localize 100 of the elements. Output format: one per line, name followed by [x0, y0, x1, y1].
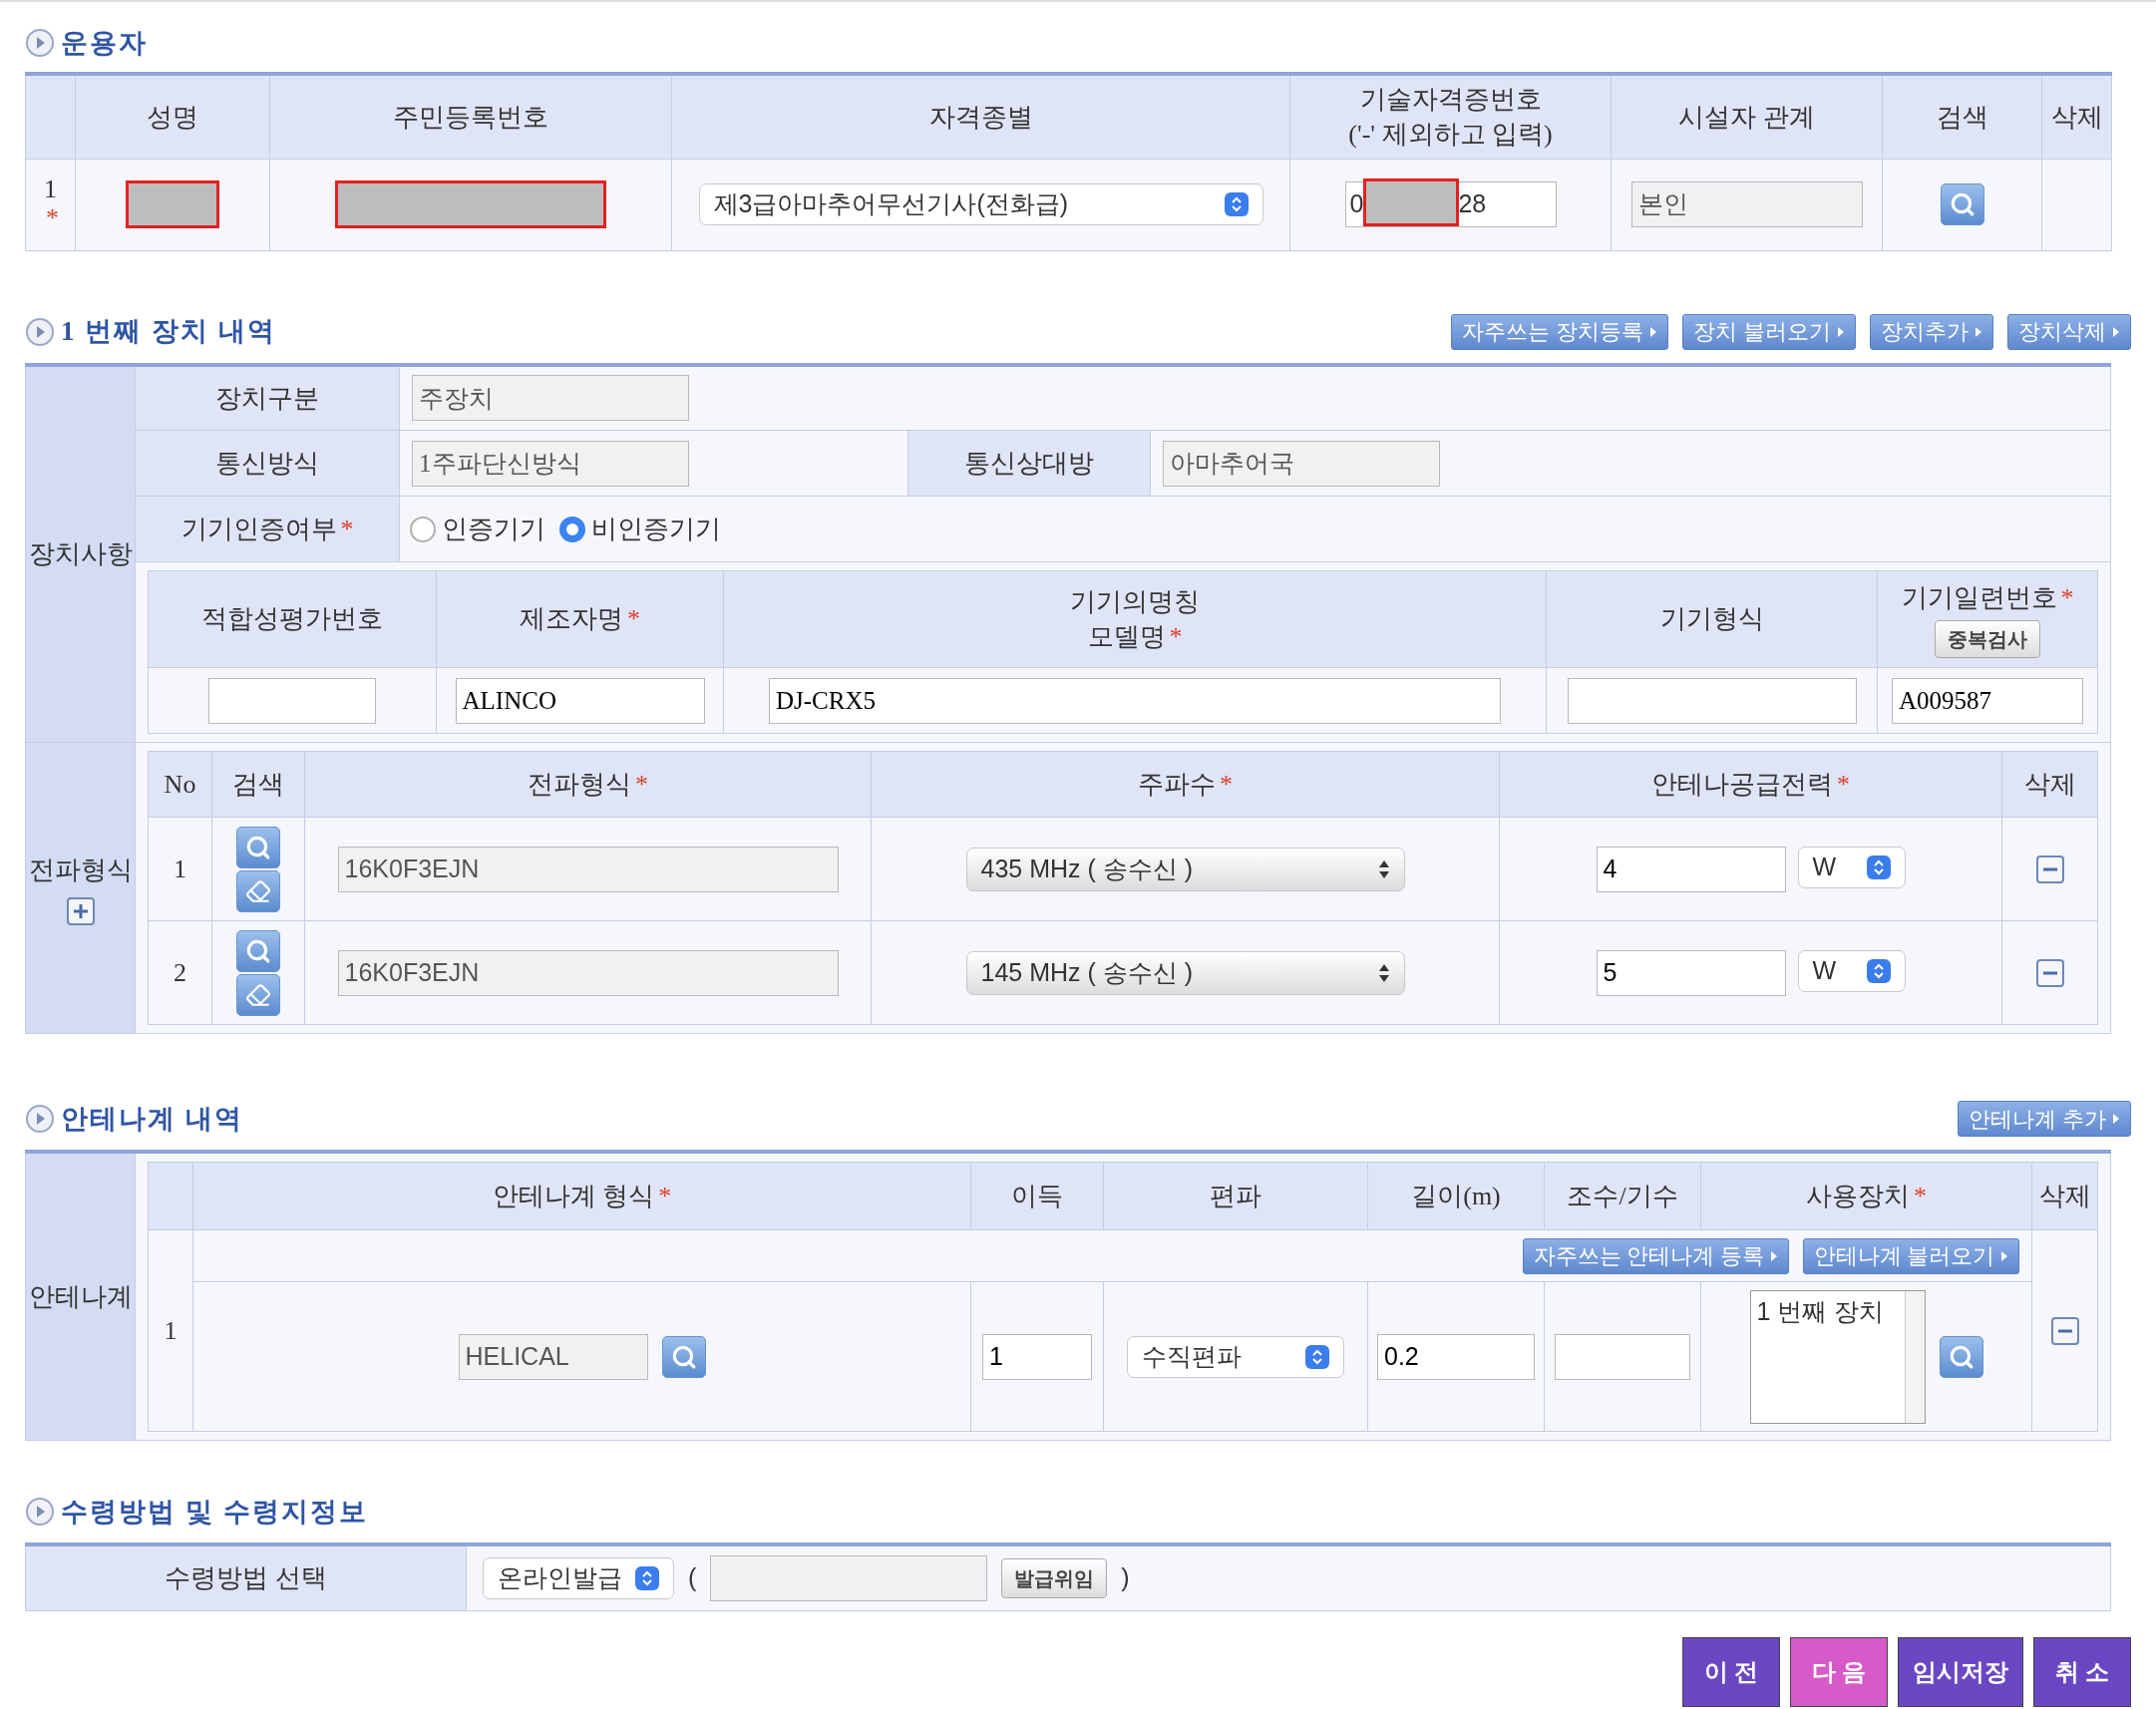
play-circle-icon [25, 1497, 55, 1527]
emission-type-field[interactable]: 16K0F3EJN [337, 949, 839, 996]
column-header: 제조자명 [520, 603, 623, 636]
group-label: 전파형식 [28, 854, 133, 886]
antenna-type-field[interactable]: HELICAL [458, 1333, 648, 1380]
updown-icon [635, 1565, 659, 1590]
group-label: 안테나계 [28, 1282, 133, 1311]
updown-icon [1305, 1344, 1329, 1369]
required-mark: * [46, 204, 59, 233]
column-header: No [164, 768, 196, 801]
approval-number-field[interactable] [208, 677, 376, 724]
column-header: 기술자격증번호 [1359, 84, 1542, 117]
column-header: 삭제 [2023, 768, 2076, 801]
column-header: 사용장치 [1806, 1180, 1910, 1212]
search-icon [245, 937, 271, 964]
delegate-button[interactable]: 발급위임 [1001, 1557, 1108, 1598]
required-mark: * [1220, 768, 1233, 801]
radio-option[interactable]: 비인증기기 [559, 510, 721, 548]
power-field[interactable]: 4 [1596, 846, 1786, 892]
search-button[interactable] [661, 1335, 706, 1378]
unit-select[interactable]: W [1797, 846, 1906, 888]
remove-icon[interactable] [2050, 1316, 2079, 1345]
column-header: 안테나공급전력 [1651, 768, 1833, 801]
gain-field[interactable]: 1 [982, 1333, 1092, 1380]
column-header: 길이(m) [1411, 1180, 1501, 1212]
play-circle-icon [25, 1104, 55, 1134]
license-number-field[interactable]: 0 28 [1344, 181, 1557, 227]
power-field[interactable]: 5 [1596, 949, 1786, 996]
delegate-field[interactable] [710, 1554, 988, 1601]
section-title: 수령방법 및 수령지정보 [61, 1495, 368, 1529]
caret-icon [2000, 1249, 2008, 1262]
scrollbar[interactable] [1904, 1290, 1925, 1423]
polarization-select[interactable]: 수직편파 [1127, 1335, 1344, 1378]
section-title: 운용자 [61, 26, 148, 60]
qualification-select[interactable]: 제3급아마추어무선기사(전화급) [698, 183, 1263, 225]
column-header: 삭제 [2050, 101, 2103, 134]
license-number-end: 28 [1458, 188, 1487, 220]
search-button[interactable] [236, 826, 280, 868]
length-field[interactable]: 0.2 [1377, 1333, 1535, 1380]
column-header: 이득 [1011, 1180, 1063, 1212]
column-header: 편파 [1210, 1180, 1261, 1212]
column-header: 기기의명칭 [1070, 585, 1200, 618]
action-button[interactable]: 임시저장 [1898, 1636, 2023, 1707]
row-number: 1 [164, 1316, 178, 1345]
unit-select[interactable]: W [1797, 949, 1906, 992]
column-header: 검색 [232, 768, 284, 801]
duplicate-check-button[interactable]: 중복검사 [1935, 619, 2040, 658]
field-label: 수령방법 선택 [165, 1563, 327, 1593]
column-header: 조수/기수 [1567, 1180, 1678, 1212]
comm-method-field[interactable]: 1주파단신방식 [412, 440, 689, 487]
frequency-select[interactable]: 145 MHz ( 송수신 ) [965, 950, 1405, 995]
search-button[interactable] [1939, 1335, 1983, 1378]
equipment-type-field[interactable] [1567, 677, 1857, 724]
emission-type-field[interactable]: 16K0F3EJN [337, 846, 839, 892]
row-number: 1 [44, 175, 57, 204]
add-icon[interactable] [66, 897, 95, 925]
column-header: ('-' 제외하고 입력) [1348, 119, 1553, 152]
column-header: 모델명 [1087, 621, 1166, 653]
field-label: 통신방식 [215, 449, 319, 478]
section-title: 1 번째 장치 내역 [61, 315, 276, 349]
remove-icon[interactable] [2035, 958, 2064, 987]
receipt-method-select[interactable]: 온라인발급 [483, 1556, 674, 1599]
remove-icon[interactable] [2035, 854, 2064, 883]
column-header: 자격종별 [928, 101, 1033, 134]
caret-icon [1769, 1249, 1778, 1262]
serial-number-field[interactable]: A009587 [1892, 677, 2083, 724]
partner-field[interactable]: 아마추어국 [1163, 440, 1440, 487]
list-item[interactable]: 1 번째 장치 [1756, 1292, 1899, 1330]
updown-icon [1866, 958, 1891, 983]
action-button[interactable]: 이 전 [1682, 1636, 1780, 1707]
column-header: 안테나계 형식 [492, 1180, 655, 1212]
eraser-button[interactable] [236, 973, 280, 1016]
parenthesis: ) [1121, 1562, 1130, 1593]
column-header: 주민등록번호 [393, 101, 548, 134]
column-header: 주파수 [1138, 768, 1216, 801]
device-type-field[interactable]: 주장치 [412, 375, 689, 422]
count-field[interactable] [1555, 1333, 1690, 1380]
required-mark: * [627, 603, 640, 636]
required-mark: * [1837, 768, 1850, 801]
search-icon [1949, 191, 1976, 217]
field-label: 기기인증여부 [180, 513, 337, 545]
search-button[interactable] [1940, 183, 1984, 225]
relation-field[interactable]: 본인 [1630, 181, 1863, 227]
required-mark: * [2060, 582, 2074, 615]
column-header: 기기일련번호 [1901, 582, 2057, 615]
column-header: 성명 [147, 101, 198, 134]
caret-icon [2112, 325, 2120, 338]
column-header: 삭제 [2038, 1180, 2091, 1212]
radio-option[interactable]: 인증기기 [410, 510, 545, 548]
search-button[interactable] [236, 929, 280, 972]
action-button[interactable]: 취 소 [2033, 1636, 2131, 1707]
device-list[interactable]: 1 번째 장치 [1749, 1289, 1926, 1424]
maker-field[interactable]: ALINCO [455, 677, 705, 724]
eraser-button[interactable] [236, 869, 280, 912]
model-field[interactable]: DJ-CRX5 [769, 677, 1501, 724]
caret-icon [1837, 325, 1845, 338]
required-mark: * [658, 1180, 672, 1212]
eraser-icon [245, 877, 271, 904]
group-label: 장치사항 [28, 539, 133, 569]
frequency-select[interactable]: 435 MHz ( 송수신 ) [965, 847, 1405, 891]
